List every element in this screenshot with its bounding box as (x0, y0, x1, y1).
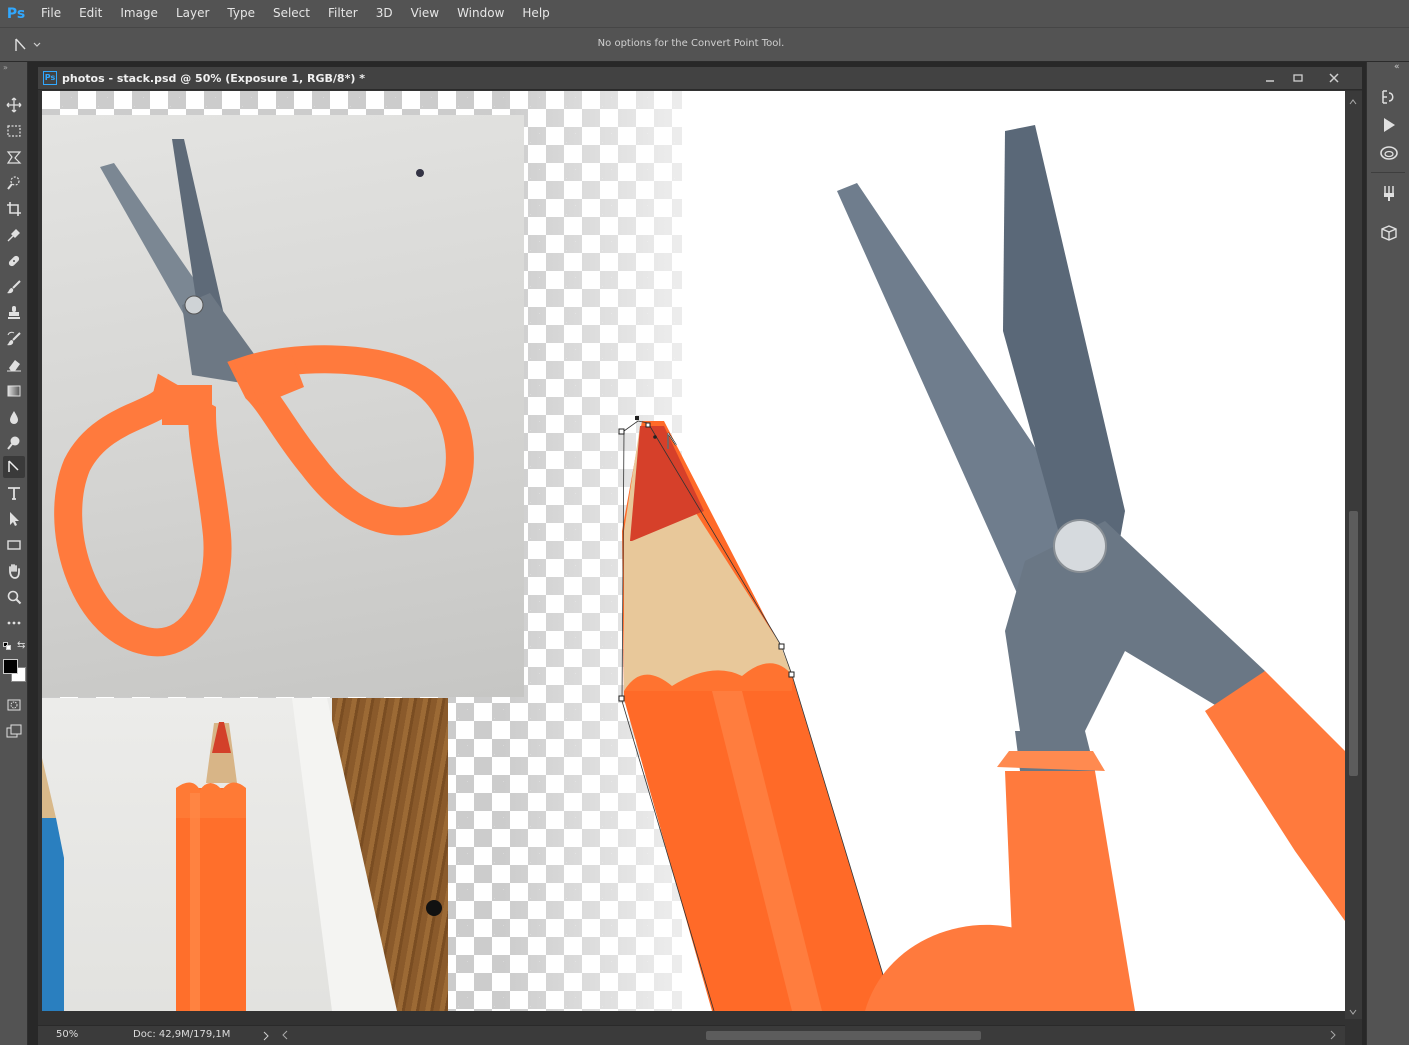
default-colors-icon[interactable] (3, 642, 11, 650)
actions-play-icon[interactable] (1378, 114, 1400, 136)
menu-select[interactable]: Select (264, 0, 319, 27)
3d-panel-icon[interactable] (1378, 222, 1400, 244)
history-brush-tool-icon[interactable] (3, 328, 25, 350)
menu-filter[interactable]: Filter (319, 0, 367, 27)
marquee-tool-icon[interactable] (3, 120, 25, 142)
menu-type[interactable]: Type (218, 0, 264, 27)
scroll-up-icon[interactable] (1349, 99, 1357, 105)
maximize-button[interactable] (1288, 69, 1308, 87)
quick-mask-icon[interactable] (3, 694, 25, 716)
dock-divider (1371, 172, 1405, 173)
hand-tool-icon[interactable] (3, 560, 25, 582)
libraries-panel-icon[interactable] (1378, 142, 1400, 164)
more-tools-icon[interactable] (3, 612, 25, 634)
options-hint: No options for the Convert Point Tool. (597, 38, 785, 49)
swap-colors-icon[interactable]: ⇆ (17, 640, 25, 651)
menu-file[interactable]: File (32, 0, 70, 27)
panel-collapse-icon[interactable]: » (0, 62, 27, 74)
brush-tool-icon[interactable] (3, 276, 25, 298)
vertical-scrollbar[interactable] (1345, 91, 1362, 1019)
minimize-icon (1266, 80, 1274, 82)
crop-tool-icon[interactable] (3, 198, 25, 220)
zoom-tool-icon[interactable] (3, 586, 25, 608)
options-bar: No options for the Convert Point Tool. (0, 27, 1409, 62)
scroll-down-icon[interactable] (1349, 1009, 1357, 1015)
ps-file-icon: Ps (43, 71, 57, 85)
close-button[interactable] (1324, 69, 1344, 87)
zoom-level-field[interactable]: 50% (56, 1029, 78, 1040)
history-panel-icon[interactable] (1378, 86, 1400, 108)
document-size-info[interactable]: Doc: 42,9M/179,1M (133, 1029, 230, 1040)
menu-bar: Ps File Edit Image Layer Type Select Fil… (0, 0, 1409, 27)
tools-panel: » ⇆ (0, 62, 28, 1045)
dodge-tool-icon[interactable] (3, 432, 25, 454)
document-title: photos - stack.psd @ 50% (Exposure 1, RG… (62, 72, 365, 85)
status-menu-arrow-icon[interactable] (263, 1031, 269, 1041)
menu-view[interactable]: View (402, 0, 448, 27)
scissors-layer (837, 125, 1345, 1011)
pencil-photo (42, 698, 448, 1011)
eraser-tool-icon[interactable] (3, 354, 25, 376)
menu-help[interactable]: Help (513, 0, 558, 27)
minimize-button[interactable] (1260, 69, 1280, 87)
foreground-color-swatch[interactable] (3, 659, 18, 674)
blur-tool-icon[interactable] (3, 406, 25, 428)
quick-select-tool-icon[interactable] (3, 172, 25, 194)
menu-3d[interactable]: 3D (367, 0, 402, 27)
maximize-icon (1293, 74, 1303, 82)
photoshop-window: Ps File Edit Image Layer Type Select Fil… (0, 0, 1409, 1045)
move-tool-icon[interactable] (3, 94, 25, 116)
screen-mode-icon[interactable] (3, 720, 25, 742)
rectangle-tool-icon[interactable] (3, 534, 25, 556)
horizontal-scrollbar[interactable] (278, 1029, 1340, 1042)
scroll-right-icon[interactable] (1330, 1030, 1336, 1040)
path-select-tool-icon[interactable] (3, 508, 25, 530)
clone-stamp-tool-icon[interactable] (3, 302, 25, 324)
scroll-left-icon[interactable] (282, 1030, 288, 1040)
scissors-photo-art (54, 139, 474, 657)
gradient-tool-icon[interactable] (3, 380, 25, 402)
vertical-scroll-thumb[interactable] (1349, 511, 1358, 776)
scissors-photo (42, 115, 524, 697)
panel-dock: « (1366, 62, 1409, 1045)
lasso-tool-icon[interactable] (3, 146, 25, 168)
document-tab[interactable]: Ps photos - stack.psd @ 50% (Exposure 1,… (38, 67, 1362, 90)
canvas[interactable] (42, 91, 1345, 1011)
convert-point-tool-icon[interactable] (3, 456, 25, 478)
menu-image[interactable]: Image (111, 0, 167, 27)
horizontal-scroll-thumb[interactable] (706, 1031, 981, 1040)
ps-logo: Ps (6, 5, 26, 22)
menu-window[interactable]: Window (448, 0, 513, 27)
pencil-photo-art (42, 698, 442, 1011)
menu-layer[interactable]: Layer (167, 0, 218, 27)
menu-edit[interactable]: Edit (70, 0, 111, 27)
document-window: Ps photos - stack.psd @ 50% (Exposure 1,… (38, 67, 1362, 1045)
healing-brush-tool-icon[interactable] (3, 250, 25, 272)
close-icon (1329, 73, 1339, 83)
type-tool-icon[interactable] (3, 482, 25, 504)
brushes-panel-icon[interactable] (1378, 182, 1400, 204)
dock-expand-icon[interactable]: « (1394, 62, 1400, 72)
status-bar: 50% Doc: 42,9M/179,1M (38, 1025, 1345, 1045)
eyedropper-tool-icon[interactable] (3, 224, 25, 246)
